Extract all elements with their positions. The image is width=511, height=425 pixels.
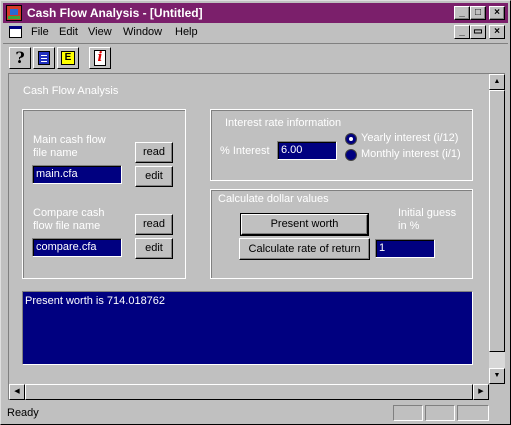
interest-input[interactable]: 6.00 bbox=[277, 141, 337, 160]
menu-help[interactable]: Help bbox=[175, 26, 198, 38]
status-text: Ready bbox=[7, 407, 39, 419]
minimize-button[interactable]: _ bbox=[454, 6, 470, 20]
maximize-button[interactable]: □ bbox=[470, 6, 486, 20]
help-icon[interactable]: ? bbox=[9, 47, 31, 69]
interest-label: % Interest bbox=[220, 145, 270, 157]
yearly-radio[interactable] bbox=[345, 133, 357, 145]
scroll-right-arrow-icon[interactable]: ▶ bbox=[473, 384, 489, 400]
menu-edit[interactable]: Edit bbox=[59, 26, 78, 38]
status-pane-1 bbox=[393, 405, 423, 421]
scroll-down-arrow-icon[interactable]: ▼ bbox=[489, 368, 505, 384]
initial-guess-label-line1: Initial guess bbox=[398, 207, 457, 219]
scroll-left-arrow-icon[interactable]: ◀ bbox=[9, 384, 25, 400]
horizontal-scrollbar[interactable]: ◀ ▶ bbox=[9, 384, 489, 400]
info-icon[interactable]: i bbox=[89, 47, 111, 69]
document-icon[interactable] bbox=[9, 26, 22, 38]
window-title: Cash Flow Analysis - [Untitled] bbox=[27, 6, 203, 20]
horizontal-scroll-thumb[interactable] bbox=[25, 384, 473, 400]
monthly-label[interactable]: Monthly interest (i/1) bbox=[361, 148, 461, 160]
mdi-minimize-button[interactable]: _ bbox=[454, 25, 470, 39]
rate-of-return-button[interactable]: Calculate rate of return bbox=[239, 238, 370, 260]
scroll-corner bbox=[489, 384, 505, 400]
output-result-text: Present worth is 714.018762 bbox=[25, 295, 166, 307]
client-area: Cash Flow Analysis Main cash flow file n… bbox=[8, 73, 505, 400]
interest-group-title: Interest rate information bbox=[225, 117, 342, 129]
status-pane-2 bbox=[425, 405, 455, 421]
close-button[interactable]: × bbox=[489, 6, 505, 20]
vertical-scroll-thumb[interactable] bbox=[489, 90, 505, 352]
output-text-area[interactable]: Present worth is 714.018762 bbox=[22, 291, 473, 365]
e-icon[interactable]: E bbox=[57, 47, 79, 69]
compare-file-label-line1: Compare cash bbox=[33, 207, 105, 219]
compare-edit-button[interactable]: edit bbox=[135, 238, 173, 259]
main-file-input[interactable]: main.cfa bbox=[32, 165, 122, 184]
main-file-label-line2: file name bbox=[33, 147, 78, 159]
initial-guess-label-line2: in % bbox=[398, 220, 420, 232]
app-icon[interactable] bbox=[6, 5, 22, 21]
status-pane-3 bbox=[457, 405, 489, 421]
menu-view[interactable]: View bbox=[88, 26, 112, 38]
cash-flow-panel: Cash Flow Analysis Main cash flow file n… bbox=[9, 74, 489, 384]
menu-bar: File Edit View Window Help _ ▭ × bbox=[3, 23, 508, 42]
calculate-group-title: Calculate dollar values bbox=[218, 193, 329, 205]
toolbar: ? E i bbox=[3, 43, 508, 71]
panel-title: Cash Flow Analysis bbox=[23, 85, 119, 97]
compare-file-label-line2: flow file name bbox=[33, 220, 101, 232]
main-edit-button[interactable]: edit bbox=[135, 166, 173, 187]
main-file-label-line1: Main cash flow bbox=[33, 134, 106, 146]
compare-file-input[interactable]: compare.cfa bbox=[32, 238, 122, 257]
title-bar[interactable]: Cash Flow Analysis - [Untitled] _ □ × bbox=[3, 3, 508, 23]
menu-file[interactable]: File bbox=[31, 26, 49, 38]
main-read-button[interactable]: read bbox=[135, 142, 173, 163]
initial-guess-input[interactable]: 1 bbox=[375, 239, 435, 258]
list-icon[interactable] bbox=[33, 47, 55, 69]
mdi-close-button[interactable]: × bbox=[489, 25, 505, 39]
vertical-scrollbar[interactable]: ▲ ▼ bbox=[489, 74, 505, 384]
yearly-label[interactable]: Yearly interest (i/12) bbox=[361, 132, 458, 144]
monthly-radio[interactable] bbox=[345, 149, 357, 161]
present-worth-button[interactable]: Present worth bbox=[240, 213, 369, 236]
compare-read-button[interactable]: read bbox=[135, 214, 173, 235]
status-bar: Ready bbox=[3, 403, 508, 423]
scroll-up-arrow-icon[interactable]: ▲ bbox=[489, 74, 505, 90]
menu-window[interactable]: Window bbox=[123, 26, 162, 38]
app-window: Cash Flow Analysis - [Untitled] _ □ × Fi… bbox=[0, 0, 511, 425]
mdi-restore-button[interactable]: ▭ bbox=[470, 25, 486, 39]
